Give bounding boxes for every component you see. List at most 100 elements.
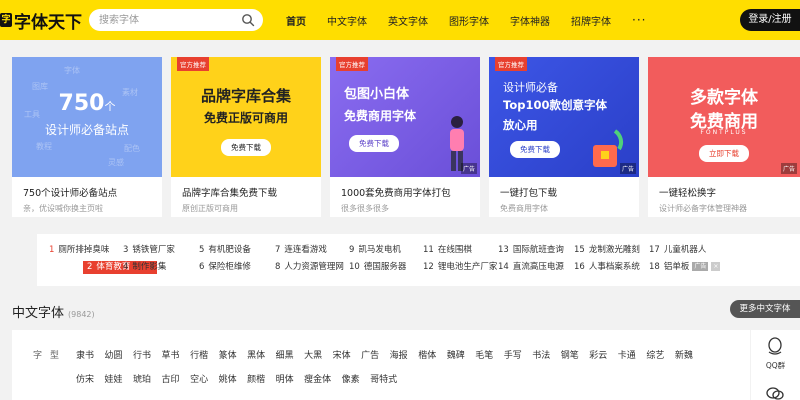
card-banner: 多款字体 免费商用 FONTPLUS 立即下载 广告 (648, 57, 800, 177)
category-link[interactable]: 新魏 (675, 351, 693, 361)
main-nav: 首页 中文字体 英文字体 图形字体 字体神器 招牌字体 ··· (286, 0, 667, 40)
category-link[interactable]: 手写 (504, 351, 522, 361)
category-link[interactable]: 黑体 (247, 351, 265, 361)
hot-link[interactable]: 17 儿童机器人 (649, 244, 706, 257)
hot-link[interactable]: 11 在线围棋 (423, 244, 472, 257)
hot-link[interactable]: 18 铝单板 广告 × (649, 261, 721, 274)
hot-link[interactable]: 6 保险柜维修 (199, 261, 251, 274)
nav-chinese-fonts[interactable]: 中文字体 (327, 13, 367, 28)
hot-label: 锈铁管厂家 (132, 245, 175, 255)
category-link[interactable]: 明体 (276, 375, 294, 385)
category-link[interactable]: 楷体 (418, 351, 436, 361)
free-download-button[interactable]: 免费下载 (221, 139, 271, 156)
download-now-button[interactable]: 立即下载 (699, 145, 749, 162)
category-link[interactable]: 行楷 (190, 351, 208, 361)
free-download-button[interactable]: 免费下载 (510, 141, 560, 158)
category-link[interactable]: 像素 (342, 375, 360, 385)
hot-link[interactable]: 4 制作影集 (123, 261, 166, 274)
hot-link[interactable]: 14 直流高压电源 (498, 261, 564, 274)
card-title: 一键打包下载 (500, 188, 558, 199)
hot-link[interactable]: 3 锈铁管厂家 (123, 244, 175, 257)
hot-link[interactable]: 12 锂电池生产厂家 (423, 261, 497, 274)
hot-label: 连连看游戏 (284, 245, 327, 255)
promo-card[interactable]: 官方推荐 品牌字库合集 免费正版可商用 免费下载 品牌字库合集免费下载 原创正版… (171, 57, 321, 217)
official-tag: 官方推荐 (336, 57, 368, 71)
category-link[interactable]: 古印 (162, 375, 180, 385)
hot-link[interactable]: 7 连连看游戏 (275, 244, 327, 257)
ad-label: 广告 (780, 163, 797, 174)
category-link[interactable]: 篆体 (219, 351, 237, 361)
category-link[interactable]: 姚体 (219, 375, 237, 385)
category-link[interactable]: 卡通 (618, 351, 636, 361)
promo-card[interactable]: 官方推荐 包图小白体 免费商用字体 免费下载 广告 1000套免费商用字体打包 … (330, 57, 480, 217)
promo-card[interactable]: 多款字体 免费商用 FONTPLUS 立即下载 广告 一键轻松换字 设计师必备字… (648, 57, 800, 217)
nav-graphic-fonts[interactable]: 图形字体 (449, 13, 489, 28)
section-title: 中文字体 (9842) (12, 302, 95, 321)
category-link[interactable]: 娃娃 (105, 375, 123, 385)
close-icon[interactable]: × (711, 262, 721, 271)
promo-card[interactable]: 字体 图库 工具 素材 教程 配色 灵感 750个 设计师必备站点 750个设计… (12, 57, 162, 217)
nav-home[interactable]: 首页 (286, 13, 306, 28)
login-register-button[interactable]: 登录/注册 (740, 9, 800, 31)
category-link[interactable]: 综艺 (646, 351, 664, 361)
promo-card[interactable]: 官方推荐 设计师必备 Top100款创意字体 放心用 免费下载 广告 一键打包下… (489, 57, 639, 217)
hot-link[interactable]: 1 厕所排掉臭味 (49, 244, 109, 257)
nav-english-fonts[interactable]: 英文字体 (388, 13, 428, 28)
category-link[interactable]: 毛笔 (475, 351, 493, 361)
category-link[interactable]: 瘦金体 (304, 375, 331, 385)
card-banner: 字体 图库 工具 素材 教程 配色 灵感 750个 设计师必备站点 (12, 57, 162, 177)
category-link[interactable]: 魏碑 (447, 351, 465, 361)
banner-subline: 设计师必备站点 (44, 123, 129, 137)
category-link[interactable]: 书法 (532, 351, 550, 361)
hot-rank: 4 (123, 262, 129, 272)
category-link[interactable]: 大黑 (304, 351, 322, 361)
nav-more-button[interactable]: ··· (632, 13, 646, 27)
category-link[interactable]: 广告 (361, 351, 379, 361)
hot-rank: 18 (649, 262, 660, 272)
search-input[interactable] (99, 12, 239, 28)
category-link[interactable]: 草书 (162, 351, 180, 361)
category-link[interactable]: 空心 (190, 375, 208, 385)
category-link[interactable]: 隶书 (76, 351, 94, 361)
promo-cards: 字体 图库 工具 素材 教程 配色 灵感 750个 设计师必备站点 750个设计… (12, 57, 800, 217)
hot-link[interactable]: 13 国际航班查询 (498, 244, 564, 257)
banner-subline: Top100款创意字体 (503, 98, 607, 112)
qq-group-label[interactable]: QQ群 (751, 360, 800, 371)
hot-link[interactable]: 10 德国服务器 (349, 261, 406, 274)
logo-text: 字体天下 (14, 12, 82, 33)
hot-link[interactable]: 16 人事档案系统 (574, 261, 640, 274)
category-link[interactable]: 海报 (390, 351, 408, 361)
hot-link[interactable]: 15 龙制激光雕刻 (574, 244, 640, 257)
card-banner: 官方推荐 设计师必备 Top100款创意字体 放心用 免费下载 广告 (489, 57, 639, 177)
hot-link[interactable]: 5 有机肥设备 (199, 244, 251, 257)
category-link[interactable]: 宋体 (333, 351, 351, 361)
category-link[interactable]: 琥珀 (133, 375, 151, 385)
category-link[interactable]: 钢笔 (561, 351, 579, 361)
card-subtitle: 很多很多很多 (341, 204, 389, 213)
hot-link[interactable]: 9 凯马发电机 (349, 244, 401, 257)
banner-word: 教程 (36, 142, 52, 151)
hot-label: 在线围棋 (437, 245, 472, 255)
free-download-button[interactable]: 免费下载 (349, 135, 399, 152)
category-label: 字型 (33, 351, 68, 361)
category-link[interactable]: 哥特式 (370, 375, 397, 385)
hot-ad-label: 广告 (692, 262, 709, 271)
hot-link[interactable]: 8 人力资源管理网 (275, 261, 344, 274)
hot-rank: 17 (649, 245, 660, 255)
wechat-icon[interactable] (765, 386, 785, 400)
category-link[interactable]: 彩云 (589, 351, 607, 361)
category-link[interactable]: 细黑 (276, 351, 294, 361)
category-row: 隶书 幼圆 行书 草书 行楷 篆体 黑体 细黑 大黑 宋体 广告 海报 楷体 魏碑 毛笔 手写 书法 钢笔 彩云 卡通… (76, 348, 703, 361)
nav-font-tools[interactable]: 字体神器 (510, 13, 550, 28)
hot-rank: 13 (498, 245, 509, 255)
category-link[interactable]: 行书 (133, 351, 151, 361)
more-chinese-fonts-button[interactable]: 更多中文字体 (730, 300, 800, 318)
site-logo[interactable]: 字 字体天下 (0, 9, 82, 33)
card-title: 品牌字库合集免费下载 (182, 188, 278, 199)
qq-penguin-icon[interactable] (765, 336, 785, 356)
nav-signboard-fonts[interactable]: 招牌字体 (571, 13, 611, 28)
category-link[interactable]: 仿宋 (76, 375, 94, 385)
category-link[interactable]: 幼圆 (105, 351, 123, 361)
search-icon[interactable] (241, 13, 255, 27)
category-link[interactable]: 颜楷 (247, 375, 265, 385)
